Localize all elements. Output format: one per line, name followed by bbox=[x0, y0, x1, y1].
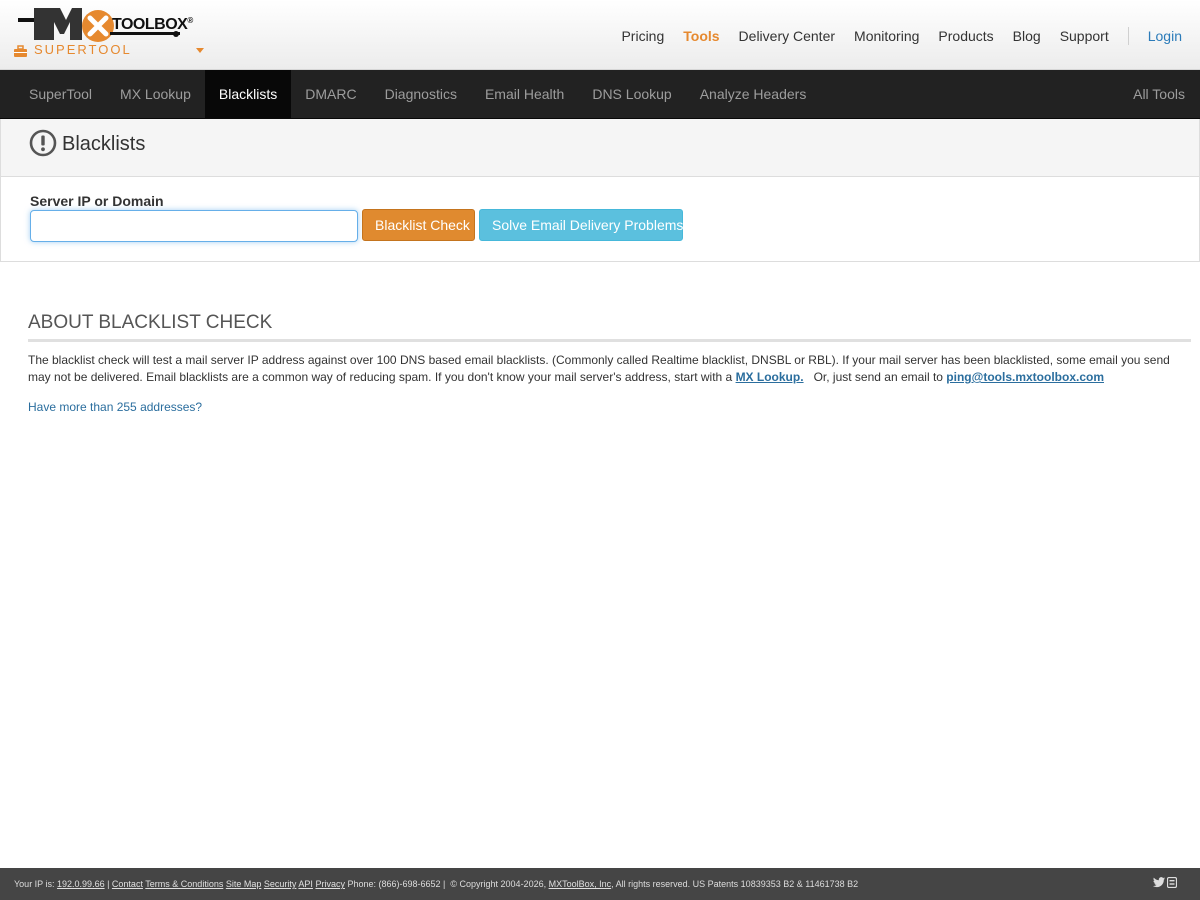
blacklist-check-button[interactable]: Blacklist Check bbox=[362, 209, 475, 241]
nav-support[interactable]: Support bbox=[1060, 28, 1109, 44]
footer-company[interactable]: MXToolBox, Inc bbox=[549, 879, 612, 889]
logo-wordmark: TOOLBOX® bbox=[112, 16, 193, 33]
tab-blacklists[interactable]: Blacklists bbox=[204, 70, 292, 118]
footer-text: Your IP is: 192.0.99.66 | Contact Terms … bbox=[14, 879, 859, 889]
blog-icon[interactable] bbox=[1167, 877, 1177, 888]
tab-mx-lookup[interactable]: MX Lookup bbox=[106, 70, 205, 118]
footer-sitemap[interactable]: Site Map bbox=[226, 879, 262, 889]
nav-products[interactable]: Products bbox=[938, 28, 993, 44]
twitter-icon[interactable] bbox=[1153, 877, 1165, 888]
tab-diagnostics[interactable]: Diagnostics bbox=[371, 70, 471, 118]
footer-privacy[interactable]: Privacy bbox=[315, 879, 345, 889]
tab-supertool[interactable]: SuperTool bbox=[0, 70, 106, 118]
about-description: The blacklist check will test a mail ser… bbox=[28, 353, 1170, 384]
footer-api[interactable]: API bbox=[298, 879, 313, 889]
blacklist-tool-panel: Blacklists Server IP or Domain Blacklist… bbox=[0, 119, 1200, 262]
tab-analyze-headers[interactable]: Analyze Headers bbox=[686, 70, 821, 118]
panel-header: Blacklists bbox=[1, 119, 1199, 177]
nav-monitoring[interactable]: Monitoring bbox=[854, 28, 919, 44]
nav-pricing[interactable]: Pricing bbox=[621, 28, 664, 44]
nav-divider bbox=[1127, 27, 1129, 45]
nav-tools[interactable]: Tools bbox=[683, 28, 719, 44]
footer-social bbox=[1153, 877, 1177, 888]
tab-email-health[interactable]: Email Health bbox=[471, 70, 578, 118]
supertool-label: SUPERTOOL bbox=[34, 42, 132, 57]
site-footer: Your IP is: 192.0.99.66 | Contact Terms … bbox=[0, 868, 1200, 900]
tool-tabs-bar: SuperTool MX Lookup Blacklists DMARC Dia… bbox=[0, 70, 1200, 119]
about-section: ABOUT BLACKLIST CHECK The blacklist chec… bbox=[28, 312, 1191, 414]
more-addresses-link[interactable]: Have more than 255 addresses? bbox=[28, 400, 1191, 414]
footer-ip[interactable]: 192.0.99.66 bbox=[57, 879, 105, 889]
nav-blog[interactable]: Blog bbox=[1013, 28, 1041, 44]
server-ip-input[interactable] bbox=[30, 210, 358, 242]
solve-delivery-button[interactable]: Solve Email Delivery Problems bbox=[479, 209, 683, 241]
page-title: Blacklists bbox=[62, 133, 146, 155]
site-header: TOOLBOX® SUPERTOOL Pricing Tools Deliver… bbox=[0, 0, 1200, 70]
footer-security[interactable]: Security bbox=[264, 879, 297, 889]
footer-terms[interactable]: Terms & Conditions bbox=[145, 879, 223, 889]
server-ip-label: Server IP or Domain bbox=[30, 193, 164, 209]
toolbox-icon bbox=[14, 45, 27, 57]
exclamation-circle-icon bbox=[29, 129, 57, 157]
about-title: ABOUT BLACKLIST CHECK bbox=[28, 312, 1191, 342]
tab-dns-lookup[interactable]: DNS Lookup bbox=[578, 70, 685, 118]
login-link[interactable]: Login bbox=[1148, 28, 1182, 44]
top-nav: Pricing Tools Delivery Center Monitoring… bbox=[602, 26, 1182, 46]
mx-lookup-link[interactable]: MX Lookup. bbox=[736, 370, 804, 384]
all-tools-link[interactable]: All Tools bbox=[1119, 70, 1200, 118]
footer-contact[interactable]: Contact bbox=[112, 879, 143, 889]
tab-dmarc[interactable]: DMARC bbox=[291, 70, 370, 118]
supertool-menu[interactable]: SUPERTOOL bbox=[14, 42, 204, 60]
nav-delivery-center[interactable]: Delivery Center bbox=[739, 28, 835, 44]
ping-email-link[interactable]: ping@tools.mxtoolbox.com bbox=[946, 370, 1104, 384]
caret-down-icon[interactable] bbox=[196, 48, 204, 53]
